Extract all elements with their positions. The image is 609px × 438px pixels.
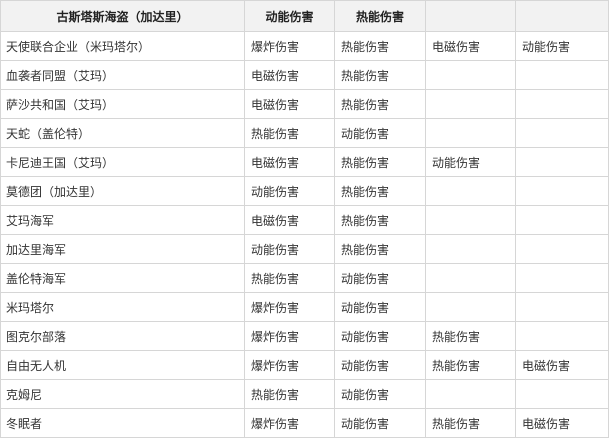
header-cell-faction: 古斯塔斯海盗（加达里） [0,0,245,32]
table-row: 加达里海军 动能伤害 热能伤害 [0,234,609,264]
damage-cell-1: 电磁伤害 [244,60,335,90]
damage-cell-1: 热能伤害 [244,379,335,409]
damage-cell-3 [425,234,516,264]
damage-cell-1: 爆炸伤害 [244,292,335,322]
damage-cell-3: 动能伤害 [425,147,516,177]
damage-cell-1: 电磁伤害 [244,89,335,119]
faction-cell: 萨沙共和国（艾玛） [0,89,245,119]
damage-cell-1: 动能伤害 [244,234,335,264]
damage-cell-2: 动能伤害 [334,350,426,380]
faction-cell: 天使联合企业（米玛塔尔） [0,31,245,61]
damage-cell-2: 动能伤害 [334,321,426,351]
faction-cell: 天蛇（盖伦特） [0,118,245,148]
damage-cell-2: 热能伤害 [334,60,426,90]
damage-cell-2: 动能伤害 [334,263,426,293]
faction-cell: 血袭者同盟（艾玛） [0,60,245,90]
faction-cell: 米玛塔尔 [0,292,245,322]
damage-cell-4 [515,60,609,90]
table-row: 天使联合企业（米玛塔尔） 爆炸伤害 热能伤害 电磁伤害 动能伤害 [0,31,609,61]
damage-cell-3 [425,60,516,90]
damage-cell-1: 热能伤害 [244,118,335,148]
faction-cell: 自由无人机 [0,350,245,380]
faction-cell: 盖伦特海军 [0,263,245,293]
header-cell-damage-2: 热能伤害 [334,0,426,32]
table-row: 莫德团（加达里） 动能伤害 热能伤害 [0,176,609,206]
header-cell-damage-3 [425,0,516,32]
damage-cell-3: 热能伤害 [425,350,516,380]
table-row: 克姆尼 热能伤害 动能伤害 [0,379,609,409]
damage-cell-4 [515,263,609,293]
damage-cell-1: 动能伤害 [244,176,335,206]
faction-cell: 图克尔部落 [0,321,245,351]
table-row: 卡尼迪王国（艾玛） 电磁伤害 热能伤害 动能伤害 [0,147,609,177]
damage-cell-3: 热能伤害 [425,321,516,351]
faction-cell: 克姆尼 [0,379,245,409]
damage-cell-4 [515,89,609,119]
damage-cell-3 [425,176,516,206]
faction-cell: 加达里海军 [0,234,245,264]
faction-cell: 卡尼迪王国（艾玛） [0,147,245,177]
table-row: 天蛇（盖伦特） 热能伤害 动能伤害 [0,118,609,148]
faction-cell: 冬眠者 [0,408,245,438]
damage-cell-1: 爆炸伤害 [244,31,335,61]
damage-cell-3 [425,89,516,119]
damage-cell-1: 电磁伤害 [244,205,335,235]
header-cell-damage-4 [515,0,609,32]
damage-cell-3: 电磁伤害 [425,31,516,61]
damage-cell-3 [425,379,516,409]
damage-cell-4 [515,292,609,322]
damage-cell-2: 动能伤害 [334,292,426,322]
table-row: 萨沙共和国（艾玛） 电磁伤害 热能伤害 [0,89,609,119]
table-header: 古斯塔斯海盗（加达里） 动能伤害 热能伤害 [0,0,609,32]
damage-cell-2: 热能伤害 [334,234,426,264]
table-row: 艾玛海军 电磁伤害 热能伤害 [0,205,609,235]
damage-cell-2: 动能伤害 [334,408,426,438]
damage-cell-2: 动能伤害 [334,379,426,409]
table-row: 盖伦特海军 热能伤害 动能伤害 [0,263,609,293]
damage-cell-3: 热能伤害 [425,408,516,438]
damage-cell-2: 热能伤害 [334,31,426,61]
damage-cell-1: 爆炸伤害 [244,408,335,438]
damage-cell-1: 爆炸伤害 [244,321,335,351]
damage-cell-4 [515,379,609,409]
damage-cell-4: 电磁伤害 [515,350,609,380]
faction-cell: 莫德团（加达里） [0,176,245,206]
damage-cell-2: 热能伤害 [334,89,426,119]
damage-cell-4 [515,176,609,206]
damage-cell-1: 爆炸伤害 [244,350,335,380]
damage-cell-2: 热能伤害 [334,176,426,206]
damage-cell-3 [425,118,516,148]
damage-cell-2: 热能伤害 [334,205,426,235]
damage-cell-4 [515,234,609,264]
damage-cell-3 [425,292,516,322]
damage-cell-1: 电磁伤害 [244,147,335,177]
table-row: 图克尔部落 爆炸伤害 动能伤害 热能伤害 [0,321,609,351]
damage-cell-4 [515,118,609,148]
faction-cell: 艾玛海军 [0,205,245,235]
damage-cell-1: 热能伤害 [244,263,335,293]
damage-cell-3 [425,205,516,235]
damage-cell-4: 动能伤害 [515,31,609,61]
table-row: 冬眠者 爆炸伤害 动能伤害 热能伤害 电磁伤害 [0,408,609,438]
table-row: 米玛塔尔 爆炸伤害 动能伤害 [0,292,609,322]
damage-cell-4 [515,321,609,351]
damage-cell-4 [515,205,609,235]
table-row: 自由无人机 爆炸伤害 动能伤害 热能伤害 电磁伤害 [0,350,609,380]
table-body: 天使联合企业（米玛塔尔） 爆炸伤害 热能伤害 电磁伤害 动能伤害 血袭者同盟（艾玛） 电磁伤… [0,31,609,438]
damage-cell-4: 电磁伤害 [515,408,609,438]
header-cell-damage-1: 动能伤害 [244,0,335,32]
damage-cell-3 [425,263,516,293]
table-row: 血袭者同盟（艾玛） 电磁伤害 热能伤害 [0,60,609,90]
damage-table: 古斯塔斯海盗（加达里） 动能伤害 热能伤害 天使联合企业（米玛塔尔） 爆炸伤害 热能… [0,0,609,438]
damage-cell-2: 动能伤害 [334,118,426,148]
damage-cell-2: 热能伤害 [334,147,426,177]
damage-cell-4 [515,147,609,177]
header-row: 古斯塔斯海盗（加达里） 动能伤害 热能伤害 [0,0,609,32]
